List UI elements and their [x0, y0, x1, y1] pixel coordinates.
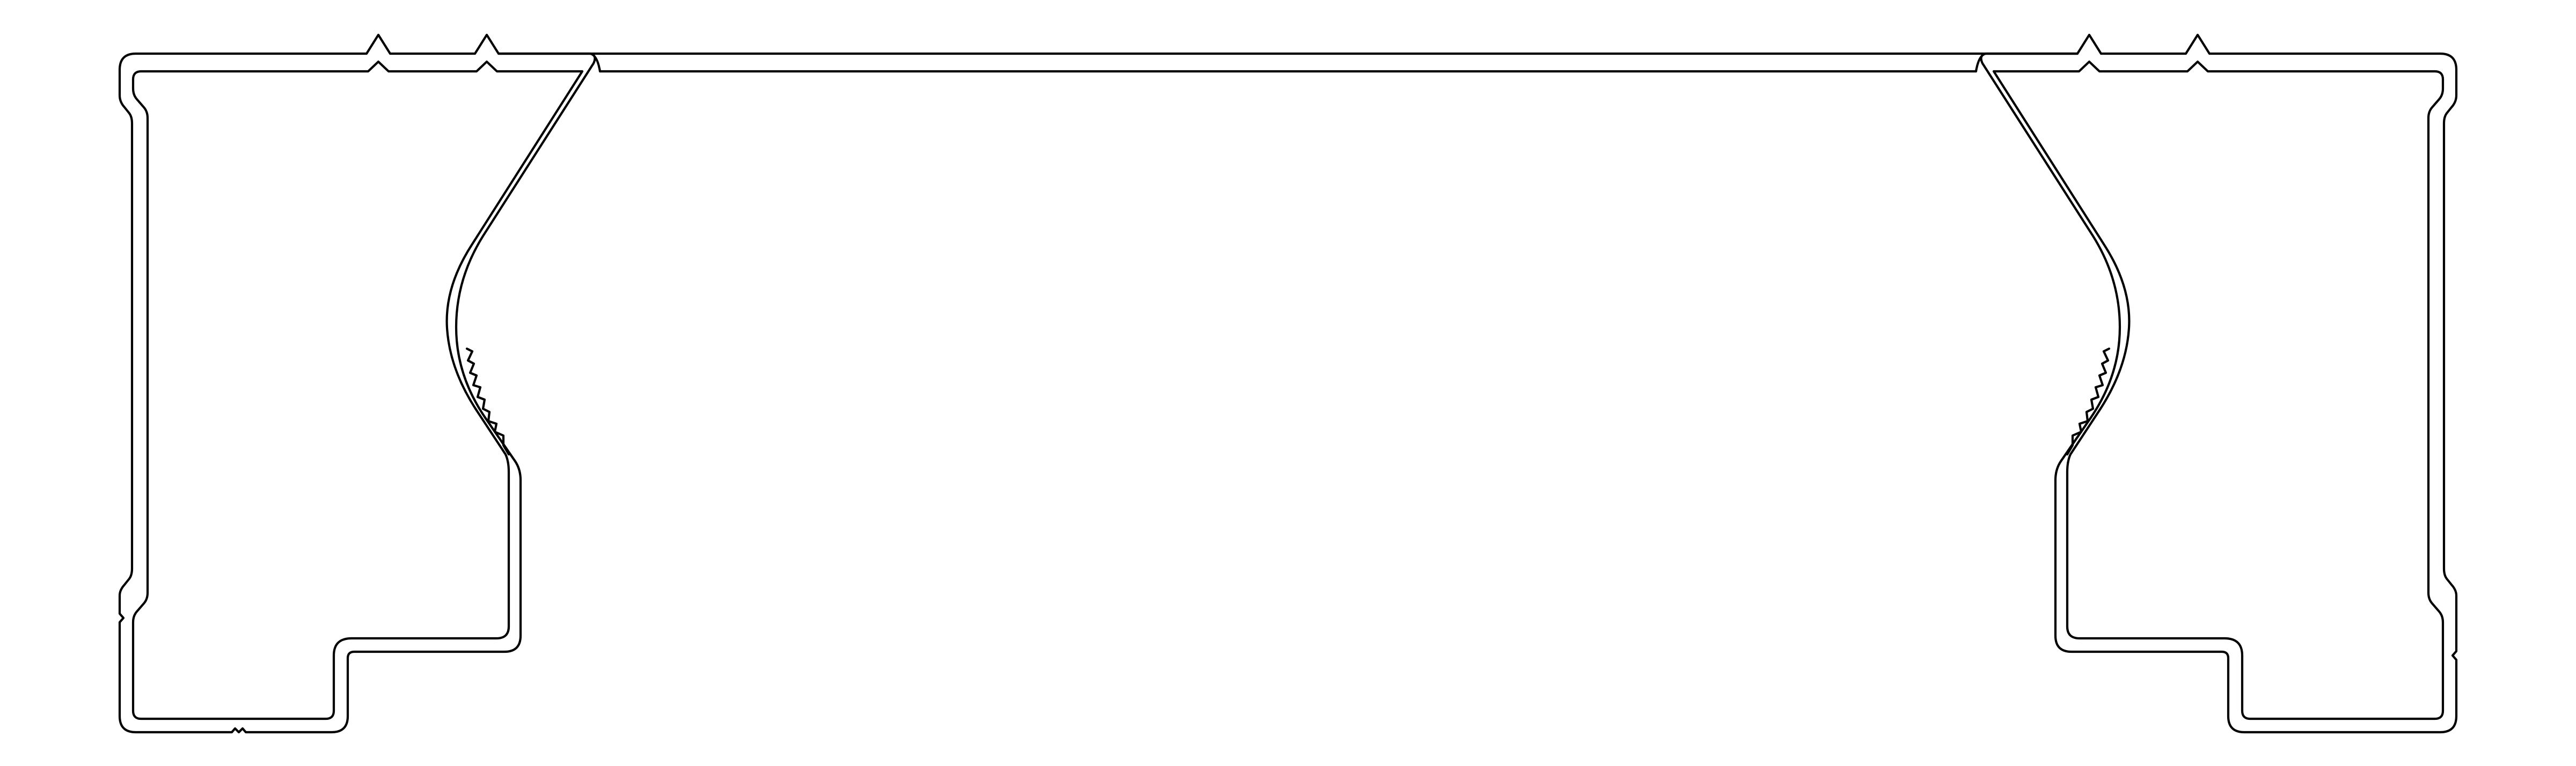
left-web-join — [589, 52, 602, 73]
profile-right-half — [1980, 33, 2458, 734]
inner-contour — [1992, 60, 2445, 720]
profile-left-half — [118, 33, 596, 734]
profile-top-span — [497, 52, 2079, 73]
inner-contour — [131, 60, 584, 720]
outer-contour — [1980, 33, 2458, 734]
serration-teeth — [2066, 347, 2111, 456]
profile-drawing — [0, 0, 2576, 766]
outer-contour — [118, 33, 596, 734]
serration-teeth — [465, 347, 510, 456]
right-web-join — [1974, 52, 1987, 73]
